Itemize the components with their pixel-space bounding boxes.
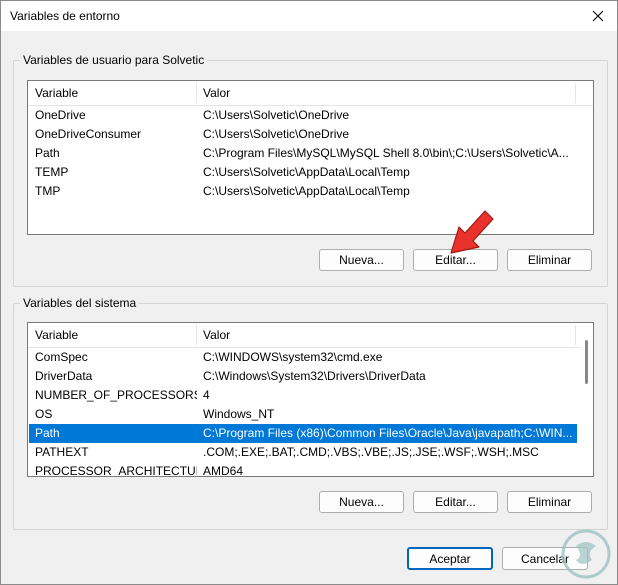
- variable-name: OneDrive: [35, 108, 86, 122]
- variable-name: ComSpec: [35, 350, 88, 364]
- user-delete-button[interactable]: Eliminar: [507, 249, 592, 271]
- variable-value: C:\Users\Solvetic\OneDrive: [203, 108, 350, 122]
- red-arrow-icon: [450, 210, 494, 254]
- variable-name: OS: [35, 407, 53, 421]
- variable-value: C:\WINDOWS\system32\cmd.exe: [203, 350, 383, 364]
- close-button[interactable]: [579, 1, 617, 31]
- system-edit-button[interactable]: Editar...: [413, 491, 498, 513]
- variable-name: OneDriveConsumer: [35, 127, 142, 141]
- close-icon: [592, 10, 604, 22]
- table-row[interactable]: DriverData C:\Windows\System32\Drivers\Dr…: [29, 367, 577, 386]
- variable-name: Path: [35, 426, 60, 440]
- variable-name: Path: [35, 146, 60, 160]
- variable-name: DriverData: [35, 369, 93, 383]
- system-variables-list[interactable]: Variable Valor ComSpec C:\WINDOWS\system3…: [27, 322, 594, 477]
- variable-value: AMD64: [203, 464, 244, 477]
- system-variables-legend: Variables del sistema: [23, 296, 137, 310]
- table-row[interactable]: OneDriveConsumer C:\Users\Solvetic\OneDri…: [29, 125, 577, 144]
- user-variables-list[interactable]: Variable Valor OneDrive C:\Users\Solvetic…: [27, 80, 594, 235]
- table-row[interactable]: NUMBER_OF_PROCESSORS 4: [29, 386, 577, 405]
- table-row[interactable]: OS Windows_NT: [29, 405, 577, 424]
- table-row[interactable]: TMP C:\Users\Solvetic\AppData\Local\Temp: [29, 182, 577, 201]
- table-row[interactable]: Path C:\Program Files\MySQL\MySQL Shell 8…: [29, 144, 577, 163]
- table-row[interactable]: PROCESSOR_ARCHITECTURE AMD64: [29, 462, 577, 477]
- variable-name: TEMP: [35, 165, 69, 179]
- variable-value: C:\Program Files\MySQL\MySQL Shell 8.0\b…: [203, 146, 569, 160]
- table-row[interactable]: ComSpec C:\WINDOWS\system32\cmd.exe: [29, 348, 577, 367]
- system-delete-button[interactable]: Eliminar: [507, 491, 592, 513]
- variable-value: C:\Users\Solvetic\AppData\Local\Temp: [203, 165, 410, 179]
- scroll-thumb[interactable]: [585, 340, 588, 384]
- variable-value: Windows_NT: [203, 407, 275, 421]
- table-row[interactable]: Path C:\Program Files (x86)\Common Files\…: [29, 424, 577, 443]
- table-row[interactable]: OneDrive C:\Users\Solvetic\OneDrive: [29, 106, 577, 125]
- column-header-value[interactable]: Valor: [196, 81, 576, 105]
- environment-variables-dialog: Variables de entorno Variables de usuari…: [0, 0, 618, 585]
- variable-name: NUMBER_OF_PROCESSORS: [35, 388, 197, 402]
- variable-name: TMP: [35, 184, 61, 198]
- solvetic-logo-icon: [561, 529, 611, 579]
- window-title: Variables de entorno: [10, 9, 120, 23]
- variable-name: PROCESSOR_ARCHITECTURE: [35, 464, 197, 477]
- variable-value: 4: [203, 388, 210, 402]
- table-row[interactable]: TEMP C:\Users\Solvetic\AppData\Local\Temp: [29, 163, 577, 182]
- variable-value: C:\Users\Solvetic\OneDrive: [203, 127, 350, 141]
- column-header-variable[interactable]: Variable: [28, 81, 196, 105]
- user-new-button[interactable]: Nueva...: [319, 249, 404, 271]
- user-variables-legend: Variables de usuario para Solvetic: [23, 53, 205, 67]
- variable-name: PATHEXT: [35, 445, 89, 459]
- title-bar: Variables de entorno: [1, 1, 617, 31]
- variable-value: C:\Windows\System32\Drivers\DriverData: [203, 369, 426, 383]
- variable-value: C:\Program Files (x86)\Common Files\Orac…: [203, 426, 573, 440]
- system-new-button[interactable]: Nueva...: [319, 491, 404, 513]
- variable-value: C:\Users\Solvetic\AppData\Local\Temp: [203, 184, 410, 198]
- system-list-scrollbar[interactable]: [581, 323, 593, 476]
- variable-value: .COM;.EXE;.BAT;.CMD;.VBS;.VBE;.JS;.JSE;.…: [203, 445, 539, 459]
- system-list-header: Variable Valor: [28, 323, 593, 348]
- column-header-variable[interactable]: Variable: [28, 323, 196, 347]
- accept-button[interactable]: Aceptar: [407, 547, 493, 570]
- column-header-value[interactable]: Valor: [196, 323, 576, 347]
- user-list-header: Variable Valor: [28, 81, 593, 106]
- table-row[interactable]: PATHEXT .COM;.EXE;.BAT;.CMD;.VBS;.VBE;.JS…: [29, 443, 577, 462]
